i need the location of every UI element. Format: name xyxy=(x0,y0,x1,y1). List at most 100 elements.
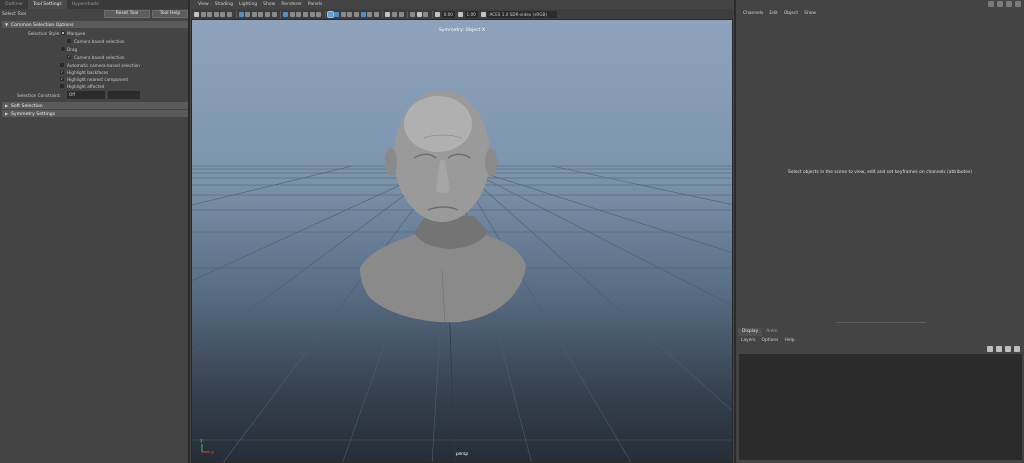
tool-help-button[interactable]: Tool Help xyxy=(152,10,188,18)
new-layer-from-selection-icon[interactable] xyxy=(1014,346,1020,352)
axis-y-label: y xyxy=(200,438,203,444)
screen-space-reflection-icon[interactable] xyxy=(392,11,398,17)
xray-active-components-icon[interactable] xyxy=(334,11,340,17)
gate-mask-icon[interactable] xyxy=(258,11,264,17)
new-empty-layer-icon[interactable] xyxy=(1005,346,1011,352)
camera-based-selection-label-1: Camera based selection xyxy=(74,39,125,44)
exposure-icon[interactable] xyxy=(435,11,440,17)
field-chart-icon[interactable] xyxy=(264,11,270,17)
exposure-field[interactable]: 0.00 xyxy=(441,10,455,18)
tab-display[interactable]: Display xyxy=(738,328,763,336)
menu-help[interactable]: Help xyxy=(781,337,797,343)
tool-settings-icon[interactable] xyxy=(1006,1,1012,7)
drag-label: Drag xyxy=(67,47,78,52)
viewport-toolbar: 0.00 1.00 ACES 1.0 SDR-video (sRGB) xyxy=(191,9,733,19)
channel-box-icon[interactable] xyxy=(1015,1,1021,7)
reset-tool-button[interactable]: Reset Tool xyxy=(104,10,150,18)
menu-show[interactable]: Show xyxy=(801,10,819,18)
gamma-icon[interactable] xyxy=(457,11,463,17)
highlight-backfaces-checkbox[interactable]: ✓ xyxy=(60,70,64,74)
highlight-affected-checkbox[interactable] xyxy=(60,84,64,88)
gamma-field[interactable]: 1.00 xyxy=(464,10,478,18)
hardware-fog-icon[interactable] xyxy=(398,11,404,17)
section-symmetry-settings[interactable]: ▶ Symmetry Settings xyxy=(2,110,188,117)
menu-shading[interactable]: Shading xyxy=(212,0,236,9)
image-plane-icon[interactable] xyxy=(213,11,219,17)
selection-constraint-dropdown[interactable]: Off xyxy=(67,91,105,99)
2d-pan-zoom-icon[interactable] xyxy=(220,11,226,17)
safe-action-icon[interactable] xyxy=(271,11,277,17)
grid-and-model: x y xyxy=(192,90,732,462)
drag-radio[interactable] xyxy=(61,47,65,51)
menu-edit[interactable]: Edit xyxy=(766,10,781,18)
ambient-occlusion-icon[interactable] xyxy=(347,11,353,17)
menu-renderer[interactable]: Renderer xyxy=(278,0,305,9)
isolate-view-icon[interactable] xyxy=(423,11,429,17)
tab-hypershade[interactable]: Hypershade xyxy=(67,0,104,9)
marquee-radio[interactable] xyxy=(61,31,65,35)
tab-tool-settings[interactable]: Tool Settings xyxy=(28,0,67,9)
camera-icon[interactable] xyxy=(194,11,199,17)
tab-outliner[interactable]: Outliner xyxy=(0,0,28,9)
automatic-camera-selection-checkbox[interactable] xyxy=(60,63,64,67)
use-all-lights-icon[interactable] xyxy=(309,11,315,17)
menu-channels[interactable]: Channels xyxy=(740,10,766,18)
depth-of-field-icon[interactable] xyxy=(367,11,373,17)
tab-anim[interactable]: Anim xyxy=(762,328,781,336)
toolbar-separator xyxy=(432,10,433,18)
shadows-icon[interactable] xyxy=(316,11,322,17)
backface-culling-icon[interactable] xyxy=(416,11,422,17)
light-bulb-icon[interactable] xyxy=(385,11,391,17)
motion-blur-icon[interactable] xyxy=(354,11,360,17)
camera-based-selection-label-2: Camera based selection xyxy=(74,55,125,60)
menu-lighting[interactable]: Lighting xyxy=(236,0,260,9)
multisample-antialiasing-icon[interactable] xyxy=(360,11,366,17)
bookmark-icon[interactable] xyxy=(207,11,213,17)
menu-object[interactable]: Object xyxy=(781,10,801,18)
camera-based-selection-checkbox-2[interactable]: ✓ xyxy=(67,55,71,59)
pin-icon[interactable] xyxy=(988,1,994,7)
wireframe-on-shaded-icon[interactable] xyxy=(296,11,302,17)
view-transform-dropdown[interactable]: ACES 1.0 SDR-video (sRGB) xyxy=(487,10,558,18)
resolution-gate-icon[interactable] xyxy=(251,11,257,17)
toolbar-separator xyxy=(280,10,282,18)
isolate-select-icon[interactable] xyxy=(373,11,379,17)
xray-icon[interactable] xyxy=(326,10,334,18)
menu-panels[interactable]: Panels xyxy=(305,0,325,9)
section-title: Soft Selection xyxy=(11,104,43,109)
toolbar-separator xyxy=(235,10,237,18)
highlight-backfaces-label: Highlight backfaces xyxy=(67,70,109,75)
attribute-editor-icon[interactable] xyxy=(997,1,1003,7)
grease-pencil-icon[interactable] xyxy=(226,11,232,17)
camera-based-selection-checkbox-1[interactable] xyxy=(67,39,71,43)
symmetry-label: Symmetry: Object X xyxy=(438,28,486,33)
two-side-lighting-icon[interactable] xyxy=(410,11,416,17)
color-management-icon[interactable] xyxy=(480,11,486,17)
smooth-shade-icon[interactable] xyxy=(289,11,295,17)
move-layer-up-icon[interactable] xyxy=(987,346,993,352)
head-model[interactable] xyxy=(360,90,526,323)
menu-options[interactable]: Options xyxy=(759,337,782,343)
section-title: Common Selection Options xyxy=(11,23,74,28)
tool-settings-panel: Outliner Tool Settings Hypershade Select… xyxy=(0,0,190,463)
menu-layers[interactable]: Layers xyxy=(738,337,759,343)
section-soft-selection[interactable]: ▶ Soft Selection xyxy=(2,102,188,109)
highlight-nearest-label: Highlight nearest component xyxy=(67,77,129,82)
layer-list[interactable] xyxy=(739,354,1022,460)
viewport-menubar: View Shading Lighting Show Renderer Pane… xyxy=(191,0,733,9)
xray-joints-icon[interactable] xyxy=(340,11,346,17)
section-common-selection-options[interactable]: ▼ Common Selection Options xyxy=(2,21,188,28)
wireframe-icon[interactable] xyxy=(283,11,289,17)
camera-attributes-icon[interactable] xyxy=(200,11,206,17)
selection-style-label: Selection Style: xyxy=(28,31,61,36)
selection-constraint-field[interactable] xyxy=(108,91,140,99)
menu-view[interactable]: View xyxy=(195,0,212,9)
3d-viewport[interactable]: x y Symmetry: Object X persp xyxy=(191,19,733,463)
highlight-nearest-checkbox[interactable]: ✓ xyxy=(60,77,64,81)
move-layer-down-icon[interactable] xyxy=(996,346,1002,352)
film-gate-icon[interactable] xyxy=(245,11,251,17)
grid-icon[interactable] xyxy=(238,11,244,17)
menu-show[interactable]: Show xyxy=(260,0,278,9)
panel-splitter-handle[interactable] xyxy=(836,322,926,323)
textured-icon[interactable] xyxy=(302,11,308,17)
